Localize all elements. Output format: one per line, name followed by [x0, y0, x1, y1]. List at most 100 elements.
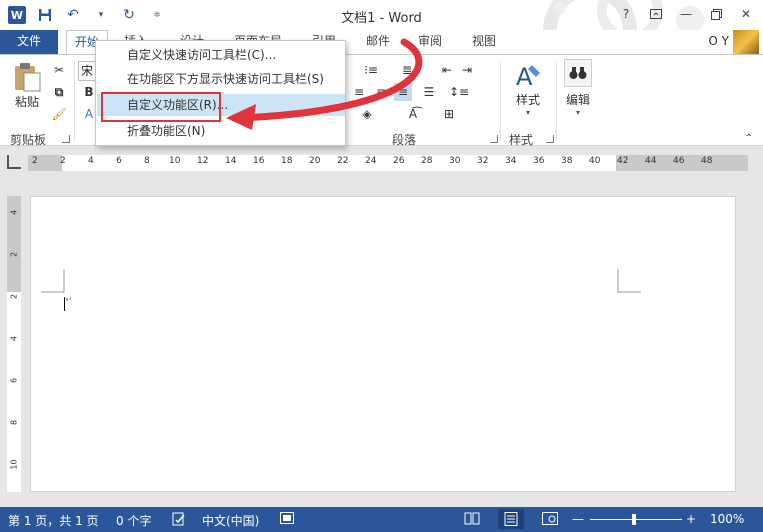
ruler-tick-label: 4	[88, 156, 94, 166]
horizontal-ruler[interactable]: 2 2 4 6 8 10 12 14 16 18 20 22 24 26 28 30 32 34 36 38 40 42 4…	[28, 155, 748, 171]
editing-dropdown-icon: ▾	[575, 108, 580, 117]
ruler-tick-label: 2	[60, 156, 66, 166]
ruler-tick-label: 46	[673, 156, 685, 166]
justify-icon[interactable]: ≡	[394, 83, 412, 101]
group-separator	[500, 61, 501, 141]
word-count[interactable]: 0 个字	[116, 512, 151, 529]
language-status[interactable]: 中文(中国)	[202, 512, 259, 529]
group-separator	[556, 61, 557, 141]
ruler-tick-label: 10	[169, 156, 181, 166]
restore-icon[interactable]	[703, 4, 729, 24]
title-bar: W ↶ ▾ ↻ ≑ 文档1 - Word ? — ✕	[0, 0, 763, 60]
vruler-tick-label: 10	[9, 459, 19, 470]
customize-qat-icon[interactable]: ≑	[148, 6, 166, 24]
ruler-tick-label: 40	[589, 156, 601, 166]
font-name-box[interactable]: 宋	[78, 61, 96, 81]
zoom-out-button[interactable]: —	[572, 512, 584, 526]
read-mode-icon[interactable]	[464, 512, 480, 528]
vruler-tick-label: 6	[9, 377, 19, 384]
clipboard-group-label: 剪贴板	[10, 133, 47, 147]
ruler-tick-label: 22	[337, 156, 349, 166]
web-layout-icon[interactable]	[542, 512, 558, 528]
editing-label: 编辑	[565, 93, 590, 107]
save-icon[interactable]	[36, 6, 54, 24]
tab-mailings[interactable]: 邮件	[358, 30, 398, 54]
align-center-icon[interactable]: ≡	[350, 83, 368, 101]
help-button[interactable]: ?	[613, 4, 639, 24]
ruler-tick-label: 32	[477, 156, 489, 166]
minimize-button[interactable]: —	[673, 4, 699, 24]
ruler-tick-label: 36	[533, 156, 545, 166]
ruler-tick-label: 24	[365, 156, 377, 166]
menu-item-collapse-ribbon[interactable]: 折叠功能区(N)	[97, 120, 345, 142]
margin-corner-top-left	[41, 269, 65, 293]
undo-icon[interactable]: ↶	[64, 6, 82, 24]
ruler-tick-label: 30	[449, 156, 461, 166]
multilevel-list-icon[interactable]: ≣	[398, 61, 416, 79]
copy-icon[interactable]: ⧉	[50, 83, 68, 101]
group-separator	[74, 61, 75, 141]
vruler-tick-label: 4	[9, 209, 19, 216]
find-binoculars-icon	[564, 59, 592, 87]
ruler-tick-label: 12	[197, 156, 209, 166]
editing-button[interactable]: 编辑 ▾	[562, 59, 594, 117]
paragraph-group-label: 段落	[392, 133, 417, 147]
tab-review[interactable]: 审阅	[410, 30, 450, 54]
ruler-tick-label: 6	[116, 156, 122, 166]
paste-label: 粘贴	[14, 95, 39, 109]
paste-button[interactable]: 粘贴	[10, 61, 44, 110]
align-right-icon[interactable]: ≡	[372, 83, 390, 101]
vruler-tick-label: 2	[9, 293, 19, 300]
menu-item-customize-qat[interactable]: 自定义快速访问工具栏(C)...	[97, 44, 345, 66]
ruler-tick-label: 8	[144, 156, 150, 166]
collapse-ribbon-icon[interactable]: ⌃	[740, 129, 758, 147]
decrease-indent-icon[interactable]: ⇤	[438, 61, 456, 79]
zoom-level[interactable]: 100%	[710, 512, 744, 526]
ruler-tick-label: 42	[617, 156, 629, 166]
asian-layout-icon[interactable]: A͡	[404, 105, 422, 123]
zoom-slider-thumb[interactable]	[632, 514, 636, 525]
quick-access-toolbar: W ↶ ▾ ↻ ≑	[8, 6, 166, 24]
clipboard-launcher-icon[interactable]	[62, 135, 70, 143]
undo-dropdown-icon[interactable]: ▾	[92, 6, 110, 24]
styles-launcher-icon[interactable]	[546, 135, 554, 143]
ruler-tick-label: 38	[561, 156, 573, 166]
borders-icon[interactable]: ⊞	[440, 105, 458, 123]
paste-icon	[12, 61, 42, 93]
format-painter-icon[interactable]: 🖌	[50, 105, 68, 123]
menu-item-show-qat-below[interactable]: 在功能区下方显示快速访问工具栏(S)	[97, 68, 345, 90]
ruler-tick-label: 44	[645, 156, 657, 166]
tab-file[interactable]: 文件	[0, 30, 58, 54]
redo-icon[interactable]: ↻	[120, 6, 138, 24]
page-count[interactable]: 第 1 页，共 1 页	[8, 512, 99, 529]
ribbon-display-options-icon[interactable]	[643, 4, 669, 24]
word-logo-icon[interactable]: W	[8, 6, 26, 24]
horizontal-ruler-row: 2 2 4 6 8 10 12 14 16 18 20 22 24 26 28 30 32 34 36 38 40 42 4…	[0, 147, 763, 177]
distributed-icon[interactable]: ☰	[420, 83, 438, 101]
paragraph-launcher-icon[interactable]	[490, 135, 498, 143]
ruler-tick-label: 18	[281, 156, 293, 166]
proofing-icon[interactable]	[172, 512, 186, 529]
line-spacing-icon[interactable]: ↕≡	[449, 83, 469, 101]
cut-icon[interactable]: ✂	[50, 61, 68, 79]
user-name[interactable]: O Y	[708, 34, 729, 48]
document-page[interactable]: ↵	[30, 196, 736, 492]
tab-selector-icon[interactable]	[7, 155, 21, 169]
status-bar: 第 1 页，共 1 页 0 个字 中文(中国) — + 100%	[0, 507, 763, 532]
zoom-slider[interactable]	[590, 519, 682, 520]
zoom-in-button[interactable]: +	[686, 512, 696, 526]
vertical-ruler[interactable]: 4 2 2 4 6 8 10	[7, 196, 21, 492]
avatar[interactable]	[733, 30, 759, 54]
tab-view[interactable]: 视图	[464, 30, 504, 54]
styles-icon: A	[514, 61, 542, 91]
print-layout-icon[interactable]	[498, 509, 524, 529]
numbering-icon[interactable]: ⁝≡	[362, 61, 380, 79]
styles-dropdown-icon: ▾	[525, 108, 530, 117]
styles-button[interactable]: A 样式 ▾	[510, 61, 546, 117]
shading-icon[interactable]: ◈	[358, 105, 376, 123]
close-button[interactable]: ✕	[733, 4, 759, 24]
vruler-tick-label: 4	[9, 335, 19, 342]
macro-recording-icon[interactable]	[280, 512, 294, 527]
ruler-tick-label: 48	[701, 156, 713, 166]
increase-indent-icon[interactable]: ⇥	[458, 61, 476, 79]
